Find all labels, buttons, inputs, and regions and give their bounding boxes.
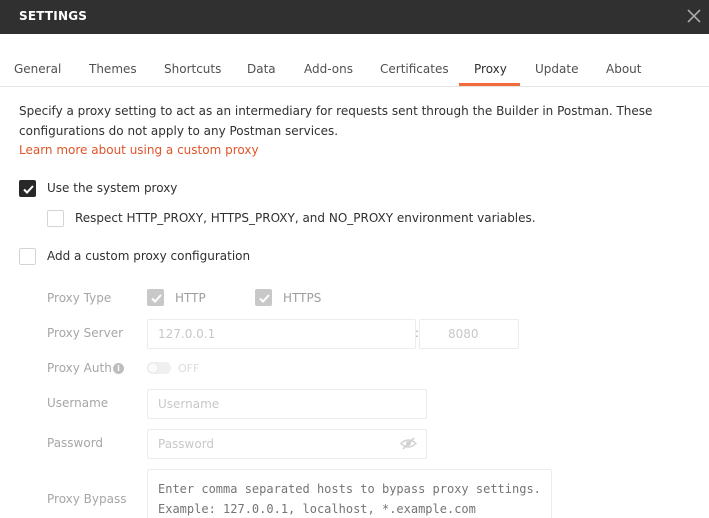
proxy-server-label: Proxy Server [47,326,124,340]
proxy-port-input[interactable] [419,319,519,349]
tab-proxy[interactable]: Proxy [474,62,507,76]
respect-env-checkbox[interactable] [47,210,64,227]
use-system-proxy-label: Use the system proxy [47,181,178,195]
proxy-auth-label: Proxy Auth [47,361,112,375]
proxy-description: Specify a proxy setting to act as an int… [19,104,653,138]
window-title: SETTINGS [19,9,88,23]
check-icon [259,294,270,303]
proxy-auth-state: OFF [178,362,200,375]
respect-env-label: Respect HTTP_PROXY, HTTPS_PROXY, and NO_… [75,211,536,225]
username-input[interactable] [147,389,427,419]
proxy-bypass-label: Proxy Bypass [47,492,127,506]
settings-tabs: General Themes Shortcuts Data Add-ons Ce… [0,34,709,87]
proxy-auth-toggle[interactable] [147,362,171,374]
tab-themes[interactable]: Themes [89,62,137,76]
tab-general[interactable]: General [14,62,61,76]
password-label: Password [47,436,104,450]
title-bar: SETTINGS [0,0,709,34]
username-label: Username [47,396,109,410]
active-tab-indicator [459,83,520,86]
proxy-host-input[interactable] [147,319,416,349]
http-label: HTTP [175,291,206,305]
tab-data[interactable]: Data [247,62,276,76]
proxy-bypass-input[interactable] [147,469,552,518]
https-checkbox[interactable] [255,289,272,306]
info-icon[interactable]: i [113,363,124,374]
learn-more-link[interactable]: Learn more about using a custom proxy [19,141,259,159]
close-icon[interactable] [683,5,705,27]
tab-shortcuts[interactable]: Shortcuts [164,62,221,76]
tab-certificates[interactable]: Certificates [380,62,449,76]
proxy-type-label: Proxy Type [47,291,112,305]
custom-proxy-checkbox[interactable] [19,248,36,265]
check-icon [151,294,162,303]
tab-update[interactable]: Update [535,62,578,76]
tab-about[interactable]: About [606,62,641,76]
https-label: HTTPS [283,291,322,305]
password-input[interactable] [147,429,427,459]
check-icon [23,185,34,194]
eye-slash-icon[interactable] [399,436,418,454]
tab-add-ons[interactable]: Add-ons [304,62,353,76]
use-system-proxy-checkbox[interactable] [19,180,36,197]
http-checkbox[interactable] [147,289,164,306]
custom-proxy-label: Add a custom proxy configuration [47,249,251,263]
